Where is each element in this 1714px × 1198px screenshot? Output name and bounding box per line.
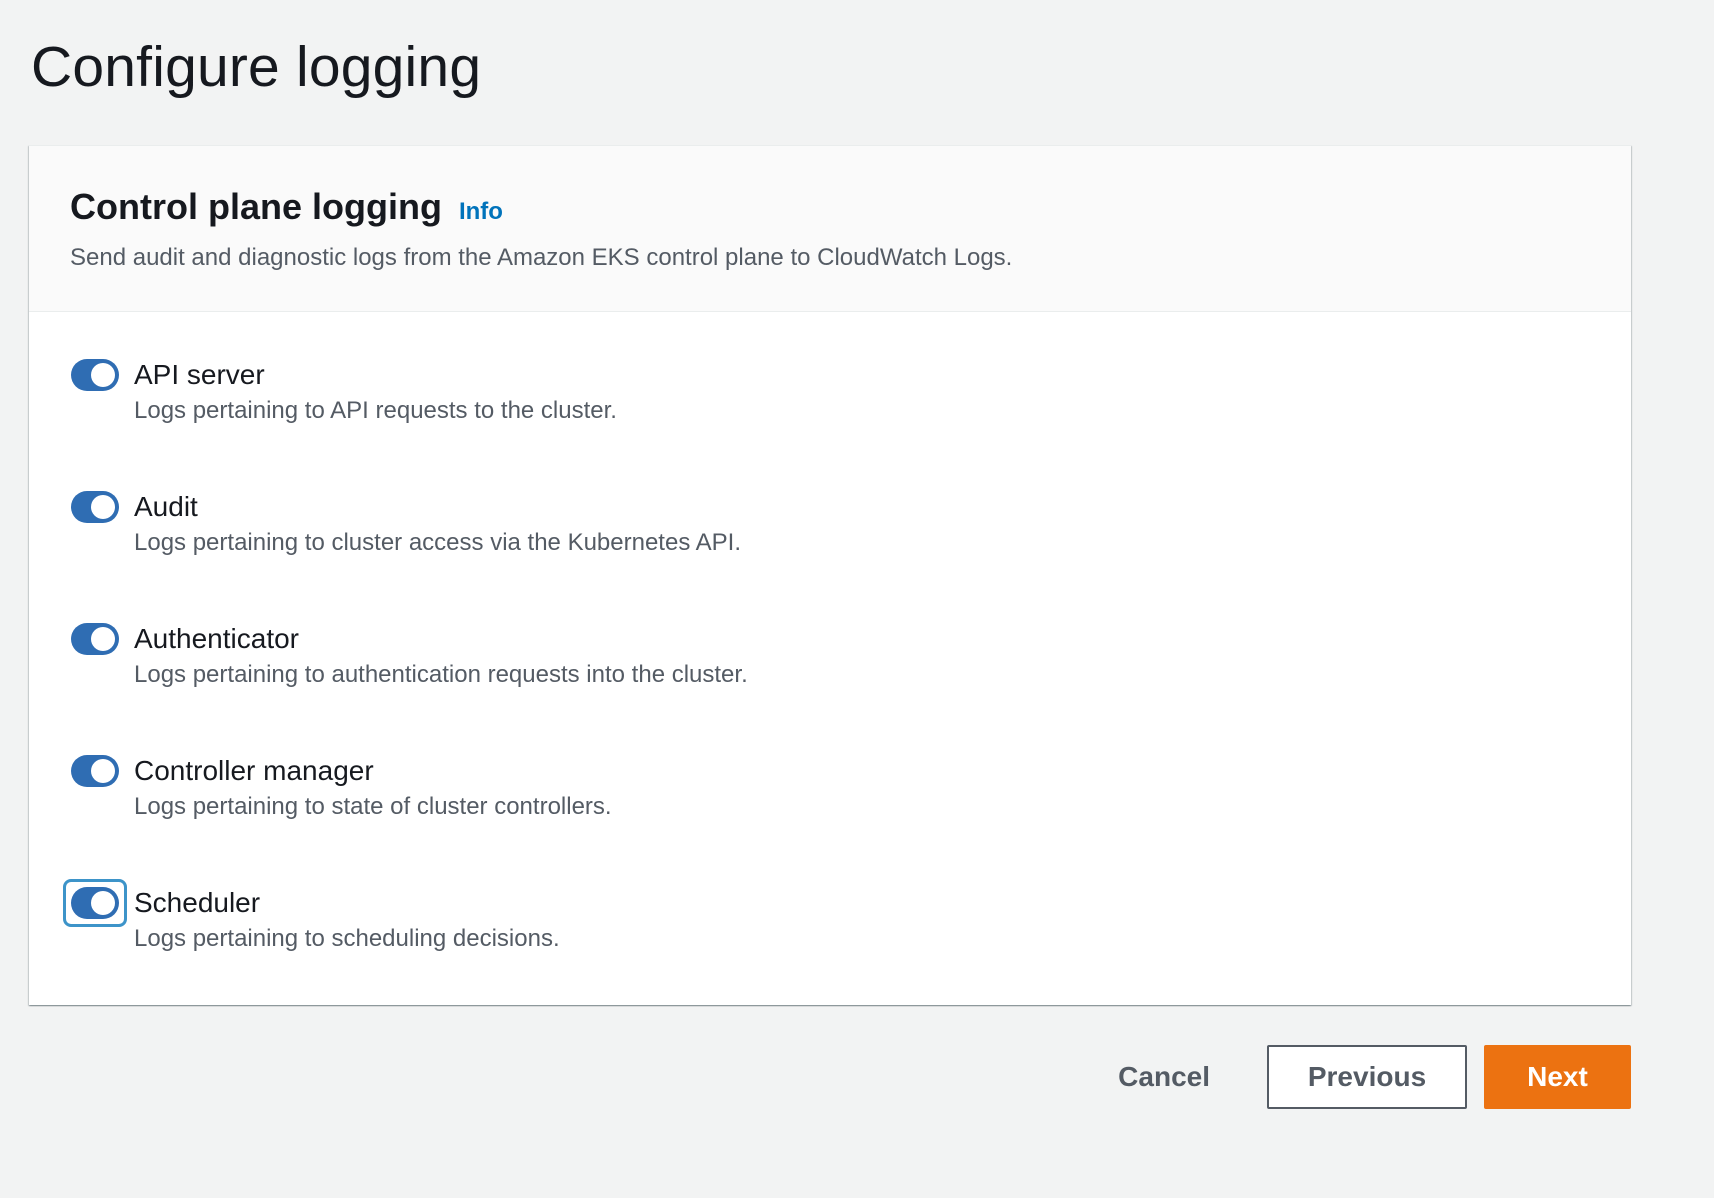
toggle-label: Audit [134, 491, 198, 522]
toggle-text: Controller manager Logs pertaining to st… [134, 754, 612, 822]
toggle-list: API server Logs pertaining to API reques… [29, 358, 1631, 1018]
panel-title: Control plane logging [70, 186, 442, 227]
authenticator-toggle[interactable] [70, 622, 120, 656]
wizard-footer: Cancel Previous Next [1078, 1045, 1631, 1109]
toggle-row-audit: Audit Logs pertaining to cluster access … [70, 490, 1631, 622]
toggle-knob [91, 759, 115, 783]
toggle-description: Logs pertaining to cluster access via th… [134, 529, 742, 556]
toggle-description: Logs pertaining to state of cluster cont… [134, 793, 612, 820]
toggle-row-controller-manager: Controller manager Logs pertaining to st… [70, 754, 1631, 886]
panel-heading-row: Control plane logging Info [70, 186, 1631, 228]
toggle-row-api-server: API server Logs pertaining to API reques… [70, 358, 1631, 490]
previous-button[interactable]: Previous [1267, 1045, 1467, 1109]
toggle-description: Logs pertaining to API requests to the c… [134, 397, 617, 424]
api-server-toggle[interactable] [70, 358, 120, 392]
toggle-knob [91, 495, 115, 519]
info-link[interactable]: Info [459, 198, 503, 226]
toggle-text: API server Logs pertaining to API reques… [134, 358, 617, 426]
toggle-track [71, 491, 119, 523]
toggle-row-authenticator: Authenticator Logs pertaining to authent… [70, 622, 1631, 754]
scheduler-toggle[interactable] [63, 879, 127, 927]
panel-header: Control plane logging Info Send audit an… [29, 146, 1631, 312]
toggle-description: Logs pertaining to scheduling decisions. [134, 925, 560, 952]
control-plane-logging-panel: Control plane logging Info Send audit an… [29, 145, 1631, 1005]
toggle-text: Audit Logs pertaining to cluster access … [134, 490, 741, 558]
toggle-text: Scheduler Logs pertaining to scheduling … [134, 886, 560, 954]
toggle-knob [91, 363, 115, 387]
page-title: Configure logging [31, 35, 482, 99]
toggle-track [71, 359, 119, 391]
toggle-label: API server [134, 359, 265, 390]
toggle-label: Authenticator [134, 623, 299, 654]
next-button[interactable]: Next [1484, 1045, 1631, 1109]
toggle-description: Logs pertaining to authentication reques… [134, 661, 748, 688]
toggle-knob [91, 891, 115, 915]
panel-description: Send audit and diagnostic logs from the … [70, 244, 1013, 271]
cancel-button[interactable]: Cancel [1078, 1045, 1250, 1109]
toggle-text: Authenticator Logs pertaining to authent… [134, 622, 748, 690]
controller-manager-toggle[interactable] [70, 754, 120, 788]
toggle-track [71, 887, 119, 919]
toggle-track [71, 755, 119, 787]
toggle-label: Scheduler [134, 887, 261, 918]
toggle-label: Controller manager [134, 755, 374, 786]
toggle-row-scheduler: Scheduler Logs pertaining to scheduling … [63, 879, 1631, 1018]
audit-toggle[interactable] [70, 490, 120, 524]
toggle-track [71, 623, 119, 655]
toggle-knob [91, 627, 115, 651]
